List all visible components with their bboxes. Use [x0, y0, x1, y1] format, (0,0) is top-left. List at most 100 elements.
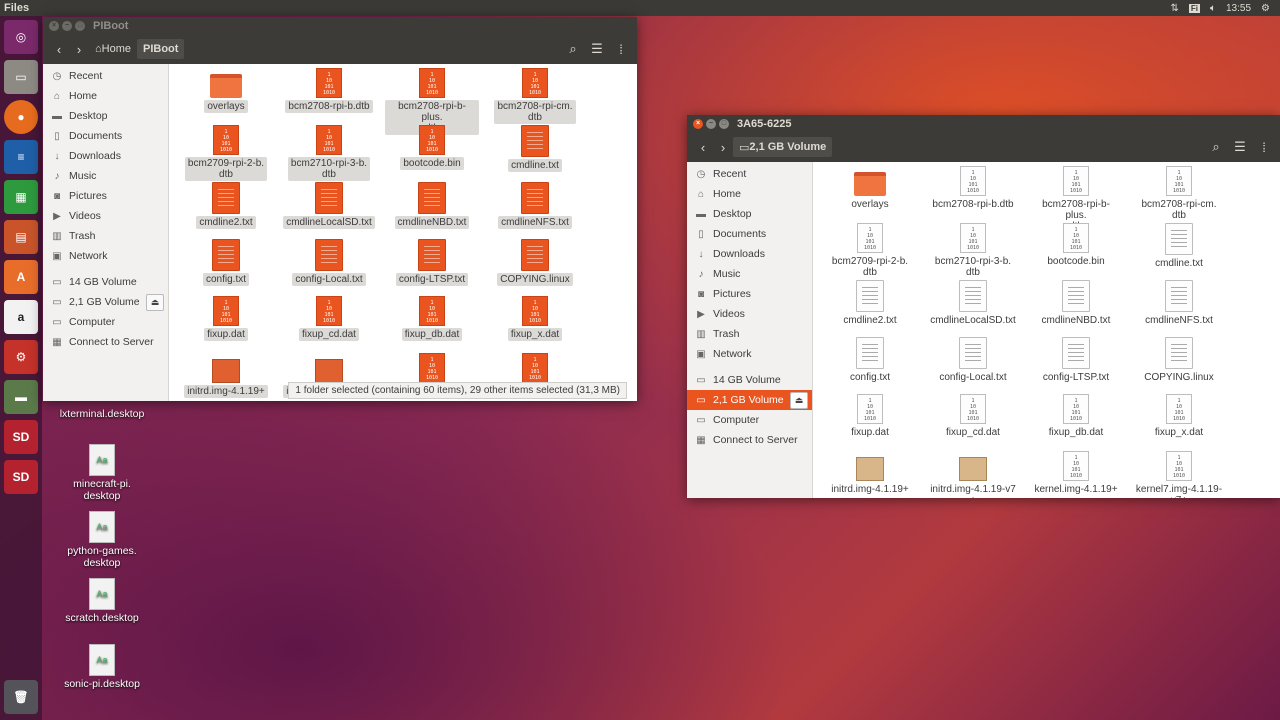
- file-item[interactable]: 1 10 101 1010 bcm2709-rpi-2-b. dtb: [823, 223, 917, 279]
- file-item[interactable]: cmdlineNBD.txt: [385, 182, 479, 229]
- amazon-icon[interactable]: a: [4, 300, 38, 334]
- search-icon[interactable]: ⌕: [1206, 136, 1226, 158]
- file-item[interactable]: 1 10 101 1010 fixup.dat: [179, 296, 273, 341]
- file-item[interactable]: cmdline2.txt: [179, 182, 273, 229]
- sidebar-item-music[interactable]: ♪ Music: [43, 166, 168, 186]
- file-item[interactable]: cmdlineNFS.txt: [488, 182, 582, 229]
- file-item[interactable]: cmdline.txt: [1132, 223, 1226, 270]
- window-titlebar[interactable]: × − □ 3A65-6225: [687, 115, 1280, 132]
- file-item[interactable]: initrd.img-4.1.19+: [179, 353, 273, 398]
- impress-icon[interactable]: ▤: [4, 220, 38, 254]
- file-item[interactable]: 1 10 101 1010 fixup_db.dat: [385, 296, 479, 341]
- forward-arrow-icon[interactable]: ›: [713, 136, 733, 158]
- file-manager-window-3a65[interactable]: × − □ 3A65-6225 ‹ › ▭ 2,1 GB Volume ⌕ ☰ …: [687, 115, 1280, 498]
- trash-icon[interactable]: 🗑︎: [4, 680, 38, 714]
- menu-grid-icon[interactable]: ⁞: [1254, 136, 1274, 158]
- sidebar-item-network[interactable]: ▣ Network: [687, 344, 812, 364]
- close-icon[interactable]: ×: [49, 20, 59, 31]
- sidebar-item-connect-server[interactable]: ▦ Connect to Server: [687, 430, 812, 450]
- sidebar-item-14gb-volume[interactable]: ▭ 14 GB Volume: [43, 272, 168, 292]
- file-item[interactable]: COPYING.linux: [488, 239, 582, 286]
- file-item[interactable]: config.txt: [179, 239, 273, 286]
- settings-icon[interactable]: ⚙: [4, 340, 38, 374]
- breadcrumb-current[interactable]: ▭ 2,1 GB Volume: [733, 137, 833, 157]
- file-item[interactable]: 1 10 101 1010 fixup_cd.dat: [926, 394, 1020, 439]
- sidebar-item-documents[interactable]: ▯ Documents: [43, 126, 168, 146]
- forward-arrow-icon[interactable]: ›: [69, 38, 89, 60]
- minimize-icon[interactable]: −: [62, 20, 72, 31]
- power-gear-icon[interactable]: ⚙: [1261, 3, 1270, 14]
- network-transfer-icon[interactable]: ⇅: [1171, 3, 1179, 14]
- desktop-icon[interactable]: Aa python-games. desktop: [47, 511, 157, 569]
- ubuntu-dash-icon[interactable]: ◎: [4, 20, 38, 54]
- sidebar-item-trash[interactable]: ▥ Trash: [687, 324, 812, 344]
- volume-icon[interactable]: 🔈︎: [1210, 3, 1216, 14]
- file-item[interactable]: config-Local.txt: [926, 337, 1020, 384]
- sidebar-item-videos[interactable]: ▶ Videos: [43, 206, 168, 226]
- list-view-icon[interactable]: ☰: [1230, 136, 1250, 158]
- firefox-icon[interactable]: ●: [4, 100, 38, 134]
- clock[interactable]: 13:55: [1226, 3, 1251, 14]
- file-item[interactable]: config-LTSP.txt: [385, 239, 479, 286]
- sidebar-item-home[interactable]: ⌂ Home: [43, 86, 168, 106]
- file-item[interactable]: cmdlineLocalSD.txt: [926, 280, 1020, 327]
- sidebar-item-pictures[interactable]: ◙ Pictures: [43, 186, 168, 206]
- search-icon[interactable]: ⌕: [563, 38, 583, 60]
- file-item[interactable]: COPYING.linux: [1132, 337, 1226, 384]
- file-item[interactable]: 1 10 101 1010 kernel.img-4.1.19+: [1029, 451, 1123, 496]
- file-item[interactable]: cmdlineNBD.txt: [1029, 280, 1123, 327]
- desktop-icon[interactable]: Aa sonic-pi.desktop: [47, 644, 157, 690]
- back-arrow-icon[interactable]: ‹: [693, 136, 713, 158]
- file-item[interactable]: 1 10 101 1010 bcm2709-rpi-2-b. dtb: [179, 125, 273, 181]
- sidebar-item-home[interactable]: ⌂ Home: [687, 184, 812, 204]
- file-item[interactable]: 1 10 101 1010 bcm2708-rpi-cm. dtb: [1132, 166, 1226, 222]
- desktop-icon[interactable]: Aa scratch.desktop: [47, 578, 157, 624]
- file-item[interactable]: cmdline2.txt: [823, 280, 917, 327]
- file-item[interactable]: initrd.img-4.1.19+: [823, 451, 917, 496]
- window-titlebar[interactable]: × − □ PIBoot: [43, 17, 637, 34]
- sd-card-icon[interactable]: SD: [4, 420, 38, 454]
- sidebar-item-recent[interactable]: ◷ Recent: [687, 164, 812, 184]
- minimize-icon[interactable]: −: [706, 118, 716, 129]
- file-item[interactable]: overlays: [179, 68, 273, 113]
- sidebar-item-desktop[interactable]: ▬ Desktop: [43, 106, 168, 126]
- sidebar-item-videos[interactable]: ▶ Videos: [687, 304, 812, 324]
- sidebar-item-computer[interactable]: ▭ Computer: [687, 410, 812, 430]
- sidebar-item-21gb-volume[interactable]: ▭ 2,1 GB Volume ⏏: [43, 292, 168, 312]
- file-item[interactable]: config-LTSP.txt: [1029, 337, 1123, 384]
- sidebar-item-documents[interactable]: ▯ Documents: [687, 224, 812, 244]
- desktop-icon[interactable]: lxterminal.desktop: [47, 408, 157, 420]
- sidebar-item-downloads[interactable]: ↓ Downloads: [43, 146, 168, 166]
- file-item[interactable]: cmdlineNFS.txt: [1132, 280, 1226, 327]
- eject-icon[interactable]: ⏏: [146, 294, 164, 311]
- sidebar-item-pictures[interactable]: ◙ Pictures: [687, 284, 812, 304]
- maximize-icon[interactable]: □: [75, 20, 85, 31]
- file-item[interactable]: config.txt: [823, 337, 917, 384]
- file-item[interactable]: 1 10 101 1010 fixup_cd.dat: [282, 296, 376, 341]
- sidebar-item-network[interactable]: ▣ Network: [43, 246, 168, 266]
- file-item[interactable]: 1 10 101 1010 bootcode.bin: [1029, 223, 1123, 268]
- sidebar-item-downloads[interactable]: ↓ Downloads: [687, 244, 812, 264]
- file-item[interactable]: 1 10 101 1010 kernel7.img-4.1.19- v7+: [1132, 451, 1226, 498]
- file-item[interactable]: cmdlineLocalSD.txt: [282, 182, 376, 229]
- sidebar-item-desktop[interactable]: ▬ Desktop: [687, 204, 812, 224]
- back-arrow-icon[interactable]: ‹: [49, 38, 69, 60]
- file-item[interactable]: 1 10 101 1010 bcm2708-rpi-cm. dtb: [488, 68, 582, 124]
- file-item[interactable]: config-Local.txt: [282, 239, 376, 286]
- sidebar-item-music[interactable]: ♪ Music: [687, 264, 812, 284]
- sidebar-item-recent[interactable]: ◷ Recent: [43, 66, 168, 86]
- file-item[interactable]: 1 10 101 1010 fixup_x.dat: [488, 296, 582, 341]
- software-center-icon[interactable]: A: [4, 260, 38, 294]
- sidebar-item-14gb-volume[interactable]: ▭ 14 GB Volume: [687, 370, 812, 390]
- close-icon[interactable]: ×: [693, 118, 703, 129]
- sidebar-item-21gb-volume[interactable]: ▭ 2,1 GB Volume ⏏: [687, 390, 812, 410]
- sd-card-icon[interactable]: SD: [4, 460, 38, 494]
- desktop-icon[interactable]: Aa minecraft-pi. desktop: [47, 444, 157, 502]
- maximize-icon[interactable]: □: [719, 118, 729, 129]
- file-item[interactable]: initrd.img-4.1.19-v7 +: [926, 451, 1020, 498]
- calc-icon[interactable]: ▦: [4, 180, 38, 214]
- file-item[interactable]: 1 10 101 1010 bootcode.bin: [385, 125, 479, 170]
- eject-icon[interactable]: ⏏: [790, 392, 808, 409]
- file-item[interactable]: 1 10 101 1010 fixup_db.dat: [1029, 394, 1123, 439]
- breadcrumb-home[interactable]: ⌂ Home: [89, 39, 137, 59]
